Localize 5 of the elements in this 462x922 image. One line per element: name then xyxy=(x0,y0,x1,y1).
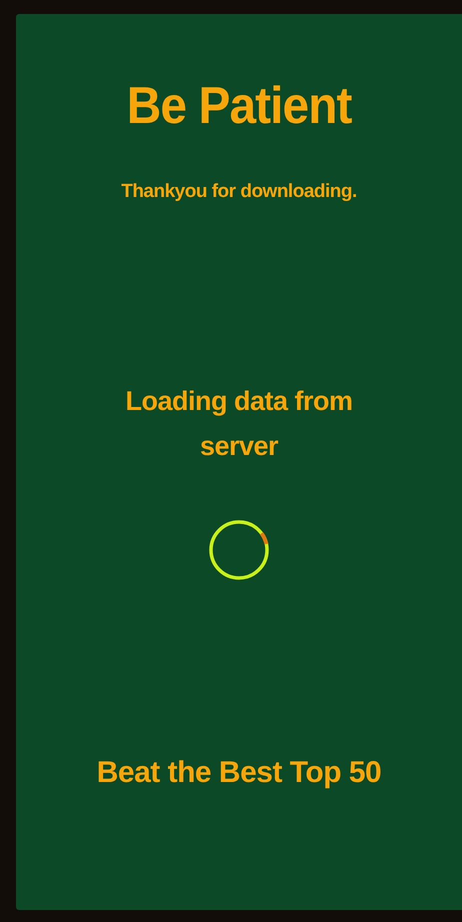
loading-message: Loading data from server xyxy=(124,385,354,463)
subtitle: Thankyou for downloading. xyxy=(121,181,357,203)
title: Be Patient xyxy=(126,76,352,136)
loading-spinner-icon xyxy=(208,519,270,581)
tagline: Beat the Best Top 50 xyxy=(96,756,382,790)
